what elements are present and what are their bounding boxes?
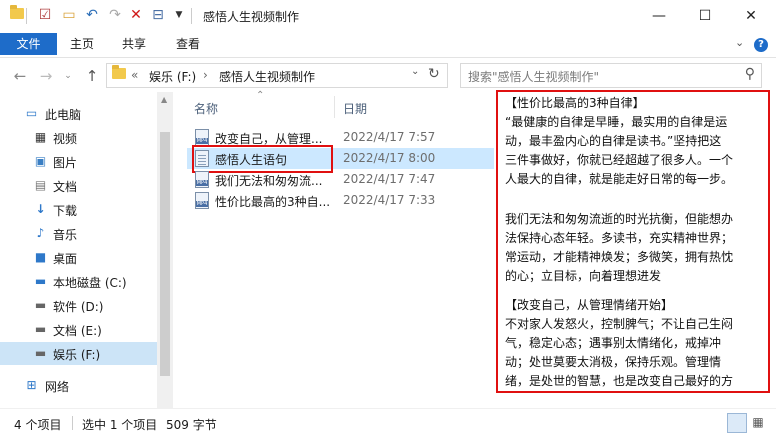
- file-name: 性价比最高的3种自...: [215, 195, 331, 209]
- search-input[interactable]: 搜索"感悟人生视频制作": [468, 68, 599, 85]
- download-icon: ↓: [35, 202, 46, 216]
- rename-icon[interactable]: ⊟: [150, 7, 166, 23]
- tab-view[interactable]: 查看: [176, 33, 200, 55]
- details-view-icon[interactable]: [727, 413, 747, 433]
- help-icon[interactable]: ?: [754, 38, 768, 52]
- sidebar-item-drive-c[interactable]: ▬ 本地磁盘 (C:): [0, 270, 157, 293]
- navigation-pane: ▭ 此电脑 ▦ 视频 ▣ 图片 ▤ 文档 ↓ 下载 ♪ 音乐 ■ 桌面 ▬ 本地…: [0, 92, 157, 408]
- pictures-folder-icon: ▣: [34, 154, 47, 168]
- status-size: 509 字节: [166, 418, 217, 432]
- divider: [72, 416, 73, 430]
- column-header-name[interactable]: 名称: [194, 100, 218, 117]
- address-overflow[interactable]: «: [131, 68, 138, 82]
- delete-icon[interactable]: ✕: [128, 7, 144, 23]
- video-folder-icon: ▦: [34, 130, 47, 144]
- sidebar-item-label: 下载: [53, 204, 78, 218]
- sidebar-item-label: 桌面: [53, 252, 78, 266]
- sidebar-item-pictures[interactable]: ▣ 图片: [0, 150, 157, 173]
- sidebar-item-label: 视频: [53, 132, 78, 146]
- windows-drive-icon: ▬: [34, 274, 47, 288]
- breadcrumb-drive[interactable]: 娱乐 (F:): [149, 68, 196, 85]
- file-date: 2022/4/17 7:33: [343, 193, 436, 207]
- sort-ascending-icon: ⌃: [256, 90, 265, 101]
- sidebar-item-videos[interactable]: ▦ 视频: [0, 126, 157, 149]
- divider: [191, 8, 192, 24]
- sidebar-item-label: 图片: [53, 156, 78, 170]
- back-arrow-icon[interactable]: ←: [10, 66, 30, 86]
- sidebar-item-music[interactable]: ♪ 音乐: [0, 222, 157, 245]
- sidebar-item-label: 此电脑: [45, 108, 82, 122]
- sidebar-item-label: 娱乐 (F:): [53, 348, 101, 362]
- sidebar-item-drive-e[interactable]: ▬ 文档 (E:): [0, 318, 157, 341]
- music-icon: ♪: [36, 226, 45, 240]
- forward-arrow-icon[interactable]: →: [36, 66, 56, 86]
- video-file-icon: [195, 171, 209, 188]
- breadcrumb-folder[interactable]: 感悟人生视频制作: [219, 68, 315, 85]
- desktop-icon: ■: [34, 250, 47, 264]
- scroll-up-icon[interactable]: ▲: [161, 95, 167, 104]
- sidebar-item-label: 网络: [45, 380, 70, 394]
- sidebar-scrollbar-thumb[interactable]: [160, 132, 170, 376]
- window-title: 感悟人生视频制作: [203, 10, 300, 24]
- sidebar-item-label: 音乐: [53, 228, 78, 242]
- status-item-count: 4 个项目: [14, 418, 62, 432]
- sidebar-item-drive-d[interactable]: ▬ 软件 (D:): [0, 294, 157, 317]
- file-row[interactable]: 性价比最高的3种自... 2022/4/17 7:33: [187, 190, 494, 211]
- status-selected: 选中 1 个项目: [82, 418, 158, 432]
- video-file-icon: [195, 129, 209, 146]
- search-icon[interactable]: ⚲: [745, 66, 755, 82]
- network-icon: ⊞: [26, 378, 37, 392]
- new-folder-icon[interactable]: ▭: [61, 7, 77, 23]
- documents-folder-icon: ▤: [34, 178, 47, 192]
- sidebar-item-network[interactable]: ⊞ 网络: [0, 374, 157, 397]
- column-divider: [334, 96, 335, 118]
- redo-icon[interactable]: ↷: [107, 7, 123, 23]
- video-file-icon: [195, 192, 209, 209]
- close-button[interactable]: ✕: [728, 0, 774, 32]
- undo-icon[interactable]: ↶: [84, 7, 100, 23]
- address-bar[interactable]: « 娱乐 (F:) › 感悟人生视频制作 ⌄ ↻: [106, 63, 448, 88]
- address-dropdown-icon[interactable]: ⌄: [411, 66, 419, 77]
- folder-icon: [9, 5, 25, 23]
- refresh-icon[interactable]: ↻: [428, 66, 440, 82]
- sidebar-item-desktop[interactable]: ■ 桌面: [0, 246, 157, 269]
- highlight-box: [496, 90, 770, 393]
- properties-icon[interactable]: ☑: [37, 7, 53, 23]
- tab-home[interactable]: 主页: [70, 33, 94, 55]
- minimize-button[interactable]: —: [636, 0, 682, 32]
- breadcrumb-separator: ›: [203, 68, 208, 82]
- tab-file[interactable]: 文件: [0, 33, 57, 55]
- file-date: 2022/4/17 8:00: [343, 151, 436, 165]
- ribbon-bar: [0, 32, 776, 58]
- sidebar-item-label: 软件 (D:): [53, 300, 104, 314]
- drive-icon: ▬: [34, 322, 47, 336]
- sidebar-item-label: 本地磁盘 (C:): [53, 276, 127, 290]
- file-row[interactable]: 我们无法和匆匆流... 2022/4/17 7:47: [187, 169, 494, 190]
- drive-icon: ▬: [34, 346, 47, 360]
- recent-locations-chevron-icon[interactable]: ⌄: [58, 66, 78, 86]
- sidebar-item-this-pc[interactable]: ▭ 此电脑: [0, 102, 157, 125]
- file-name: 我们无法和匆匆流...: [215, 174, 323, 188]
- divider: [26, 8, 27, 24]
- file-date: 2022/4/17 7:57: [343, 130, 436, 144]
- drive-icon: ▬: [34, 298, 47, 312]
- large-icons-view-icon[interactable]: ▦: [749, 413, 767, 431]
- folder-icon: [112, 65, 126, 82]
- file-date: 2022/4/17 7:47: [343, 172, 436, 186]
- computer-icon: ▭: [25, 106, 38, 120]
- tab-share[interactable]: 共享: [122, 33, 146, 55]
- sidebar-item-downloads[interactable]: ↓ 下载: [0, 198, 157, 221]
- sidebar-item-label: 文档 (E:): [53, 324, 102, 338]
- column-header-date[interactable]: 日期: [343, 100, 367, 117]
- sidebar-item-documents[interactable]: ▤ 文档: [0, 174, 157, 197]
- sidebar-item-drive-f[interactable]: ▬ 娱乐 (F:): [0, 342, 157, 365]
- ribbon-expand-icon[interactable]: ⌄: [735, 36, 744, 49]
- maximize-button[interactable]: ☐: [682, 0, 728, 32]
- customize-toolbar-icon[interactable]: ▼: [171, 7, 187, 23]
- up-arrow-icon[interactable]: ↑: [82, 66, 102, 86]
- search-box[interactable]: 搜索"感悟人生视频制作" ⚲: [460, 63, 762, 88]
- sidebar-item-label: 文档: [53, 180, 78, 194]
